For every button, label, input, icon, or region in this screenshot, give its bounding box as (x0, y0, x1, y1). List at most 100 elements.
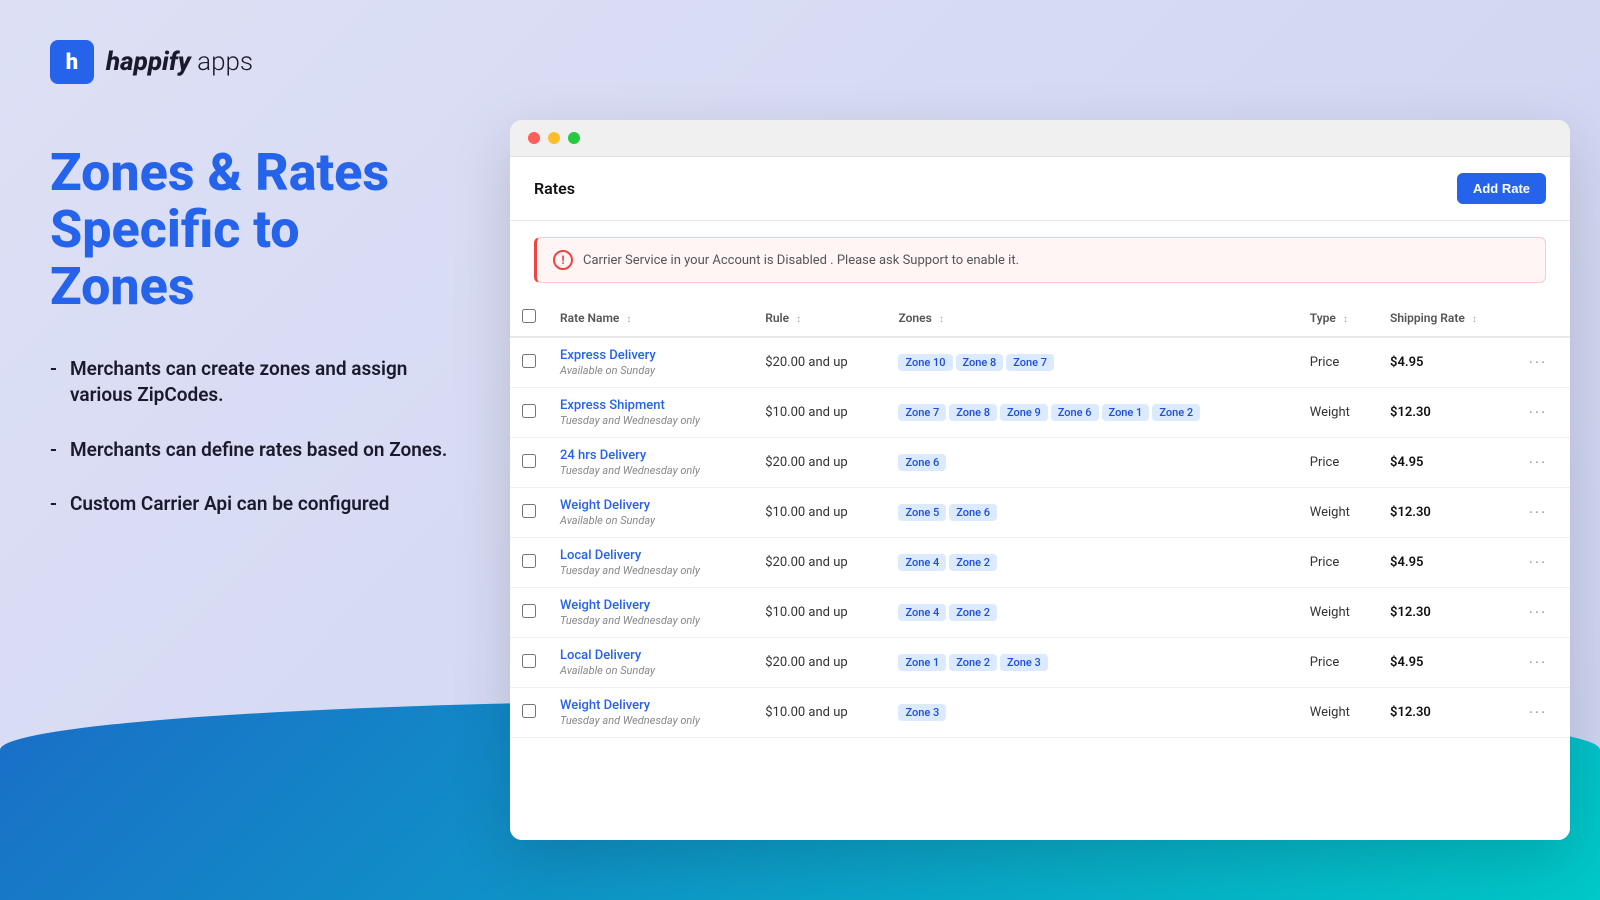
zone-badge-4-0[interactable]: Zone 4 (898, 554, 946, 571)
row-dots-menu-2[interactable]: ··· (1529, 453, 1548, 472)
price-text-7: $12.30 (1390, 705, 1431, 720)
row-name-2: 24 hrs DeliveryTuesday and Wednesday onl… (548, 438, 753, 488)
zone-badge-1-5[interactable]: Zone 2 (1152, 404, 1200, 421)
price-text-0: $4.95 (1390, 355, 1423, 370)
alert-text: Carrier Service in your Account is Disab… (583, 253, 1019, 268)
sort-icon-shipping-rate: ↕ (1472, 314, 1477, 325)
row-dots-menu-5[interactable]: ··· (1529, 603, 1548, 622)
rate-name-0[interactable]: Express Delivery (560, 348, 741, 363)
rate-subtitle-1: Tuesday and Wednesday only (560, 414, 741, 427)
row-type-3: Weight (1298, 488, 1378, 538)
checkbox-0[interactable] (522, 354, 536, 368)
row-dots-menu-1[interactable]: ··· (1529, 403, 1548, 422)
rate-name-7[interactable]: Weight Delivery (560, 698, 741, 713)
row-dots-menu-4[interactable]: ··· (1529, 553, 1548, 572)
th-checkbox (510, 299, 548, 337)
rate-subtitle-3: Available on Sunday (560, 514, 741, 527)
zone-badge-7-0[interactable]: Zone 3 (898, 704, 946, 721)
rate-name-2[interactable]: 24 hrs Delivery (560, 448, 741, 463)
row-shipping-rate-4: $4.95 (1378, 538, 1517, 588)
row-rule-4: $20.00 and up (753, 538, 886, 588)
row-name-5: Weight DeliveryTuesday and Wednesday onl… (548, 588, 753, 638)
row-menu-2[interactable]: ··· (1517, 438, 1570, 488)
type-text-0: Price (1310, 355, 1339, 370)
table-row: Weight DeliveryTuesday and Wednesday onl… (510, 688, 1570, 738)
dot-red[interactable] (528, 132, 540, 144)
type-text-6: Price (1310, 655, 1339, 670)
checkbox-1[interactable] (522, 404, 536, 418)
th-zones[interactable]: Zones ↕ (886, 299, 1297, 337)
th-shipping-rate[interactable]: Shipping Rate ↕ (1378, 299, 1517, 337)
row-dots-menu-7[interactable]: ··· (1529, 703, 1548, 722)
row-zones-7: Zone 3 (886, 688, 1297, 738)
row-rule-3: $10.00 and up (753, 488, 886, 538)
th-rule[interactable]: Rule ↕ (753, 299, 886, 337)
row-menu-3[interactable]: ··· (1517, 488, 1570, 538)
rule-text-3: $10.00 and up (765, 505, 847, 520)
row-checkbox-2 (510, 438, 548, 488)
browser-titlebar (510, 120, 1570, 157)
zone-badge-3-0[interactable]: Zone 5 (898, 504, 946, 521)
dot-yellow[interactable] (548, 132, 560, 144)
th-type[interactable]: Type ↕ (1298, 299, 1378, 337)
rate-name-4[interactable]: Local Delivery (560, 548, 741, 563)
zone-badge-4-1[interactable]: Zone 2 (949, 554, 997, 571)
sort-icon-rule: ↕ (796, 314, 801, 325)
zone-badge-5-1[interactable]: Zone 2 (949, 604, 997, 621)
row-shipping-rate-6: $4.95 (1378, 638, 1517, 688)
zone-badge-6-1[interactable]: Zone 2 (949, 654, 997, 671)
zone-badge-2-0[interactable]: Zone 6 (898, 454, 946, 471)
row-menu-6[interactable]: ··· (1517, 638, 1570, 688)
zone-badge-1-0[interactable]: Zone 7 (898, 404, 946, 421)
table-body: Express Delivery Available on Sunday $20.0… (510, 337, 1570, 738)
zone-badge-3-1[interactable]: Zone 6 (949, 504, 997, 521)
row-menu-5[interactable]: ··· (1517, 588, 1570, 638)
bullet-item-1: Merchants can define rates based on Zone… (50, 437, 450, 464)
table-row: Local DeliveryAvailable on Sunday$20.00 … (510, 638, 1570, 688)
row-checkbox-7 (510, 688, 548, 738)
row-type-1: Weight (1298, 388, 1378, 438)
checkbox-3[interactable] (522, 504, 536, 518)
zone-badge-0-0[interactable]: Zone 10 (898, 354, 952, 371)
zone-badge-0-2[interactable]: Zone 7 (1006, 354, 1054, 371)
row-type-4: Price (1298, 538, 1378, 588)
row-checkbox-1 (510, 388, 548, 438)
checkbox-7[interactable] (522, 704, 536, 718)
rate-name-5[interactable]: Weight Delivery (560, 598, 741, 613)
add-rate-button[interactable]: Add Rate (1457, 173, 1546, 204)
row-dots-menu-6[interactable]: ··· (1529, 653, 1548, 672)
row-menu-4[interactable]: ··· (1517, 538, 1570, 588)
checkbox-2[interactable] (522, 454, 536, 468)
row-menu-0[interactable]: ··· (1517, 337, 1570, 388)
zone-badge-5-0[interactable]: Zone 4 (898, 604, 946, 621)
row-dots-menu-3[interactable]: ··· (1529, 503, 1548, 522)
table-header-row: Rate Name ↕ Rule ↕ Zones ↕ Type ↕ Shippi… (510, 299, 1570, 337)
rate-name-6[interactable]: Local Delivery (560, 648, 741, 663)
checkbox-6[interactable] (522, 654, 536, 668)
zone-badge-6-0[interactable]: Zone 1 (898, 654, 946, 671)
left-panel: h happify apps Zones & Rates Specific to… (0, 0, 500, 900)
row-rule-7: $10.00 and up (753, 688, 886, 738)
row-menu-1[interactable]: ··· (1517, 388, 1570, 438)
select-all-checkbox[interactable] (522, 309, 536, 323)
row-dots-menu-0[interactable]: ··· (1529, 353, 1548, 372)
checkbox-5[interactable] (522, 604, 536, 618)
zone-badge-6-2[interactable]: Zone 3 (1000, 654, 1048, 671)
zone-badge-1-1[interactable]: Zone 8 (949, 404, 997, 421)
zone-badge-1-2[interactable]: Zone 9 (1000, 404, 1048, 421)
dot-green[interactable] (568, 132, 580, 144)
row-menu-7[interactable]: ··· (1517, 688, 1570, 738)
row-type-6: Price (1298, 638, 1378, 688)
zone-badge-0-1[interactable]: Zone 8 (956, 354, 1004, 371)
row-rule-5: $10.00 and up (753, 588, 886, 638)
zone-badge-1-4[interactable]: Zone 1 (1102, 404, 1150, 421)
checkbox-4[interactable] (522, 554, 536, 568)
zone-badge-1-3[interactable]: Zone 6 (1051, 404, 1099, 421)
rate-subtitle-2: Tuesday and Wednesday only (560, 464, 741, 477)
rate-name-3[interactable]: Weight Delivery (560, 498, 741, 513)
rates-title: Rates (534, 179, 575, 198)
rate-name-1[interactable]: Express Shipment (560, 398, 741, 413)
row-checkbox-3 (510, 488, 548, 538)
row-type-2: Price (1298, 438, 1378, 488)
th-rate-name[interactable]: Rate Name ↕ (548, 299, 753, 337)
